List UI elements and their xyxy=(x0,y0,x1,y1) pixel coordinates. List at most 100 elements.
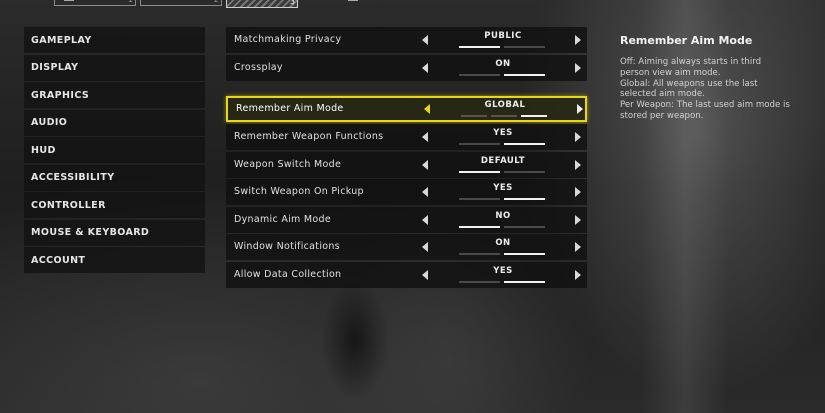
option-segment xyxy=(504,74,545,76)
triangle-right-icon[interactable] xyxy=(575,215,581,225)
setting-row-remember-aim-mode[interactable]: Remember Aim Mode GLOBAL xyxy=(226,96,587,122)
option-segment xyxy=(459,143,500,145)
setting-row-dynamic-aim-mode[interactable]: Dynamic Aim Mode NO xyxy=(226,207,587,233)
description-line: person view aim mode. xyxy=(620,67,721,78)
setting-label: Crossplay xyxy=(234,62,283,73)
sidebar-item-accessibility[interactable]: ACCESSIBILITY xyxy=(24,164,205,191)
option-indicator xyxy=(459,226,545,228)
sidebar-item-label: HUD xyxy=(31,144,56,156)
triangle-left-icon[interactable] xyxy=(422,215,428,225)
setting-label: Remember Weapon Functions xyxy=(234,131,384,142)
option-segment xyxy=(521,115,547,117)
triangle-left-icon[interactable] xyxy=(424,104,430,114)
triangle-right-icon[interactable] xyxy=(577,104,583,114)
triangle-left-icon[interactable] xyxy=(422,242,428,252)
setting-row-weapon-switch-mode[interactable]: Weapon Switch Mode DEFAULT xyxy=(226,152,587,178)
option-segment xyxy=(459,226,500,228)
triangle-right-icon[interactable] xyxy=(575,63,581,73)
triangle-left-icon[interactable] xyxy=(422,63,428,73)
option-segment xyxy=(459,281,500,283)
triangle-left-icon[interactable] xyxy=(422,132,428,142)
sidebar-item-label: MOUSE & KEYBOARD xyxy=(31,227,150,238)
sidebar-item-controller[interactable]: CONTROLLER xyxy=(24,192,205,218)
setting-row-matchmaking-privacy[interactable]: Matchmaking Privacy PUBLIC xyxy=(226,27,587,53)
setting-row-window-notifications[interactable]: Window Notifications ON xyxy=(226,234,587,260)
triangle-right-icon[interactable] xyxy=(575,242,581,252)
setting-label: Window Notifications xyxy=(234,241,340,252)
description-line: stored per weapon. xyxy=(620,110,704,121)
settings-category-sidebar: GAMEPLAY DISPLAY GRAPHICS AUDIO HUD ACCE… xyxy=(24,27,205,275)
option-segment xyxy=(459,46,500,48)
option-indicator xyxy=(459,74,545,76)
setting-row-switch-weapon-on-pickup[interactable]: Switch Weapon On Pickup YES xyxy=(226,179,587,205)
setting-row-remember-weapon-functions[interactable]: Remember Weapon Functions YES xyxy=(226,124,587,150)
sidebar-item-hud[interactable]: HUD xyxy=(24,137,205,163)
option-indicator xyxy=(461,115,547,117)
sidebar-item-label: CONTROLLER xyxy=(31,199,106,211)
setting-value: YES xyxy=(493,183,513,193)
sidebar-item-label: ACCOUNT xyxy=(31,254,86,266)
setting-row-allow-data-collection[interactable]: Allow Data Collection YES xyxy=(226,262,587,288)
triangle-left-icon[interactable] xyxy=(422,187,428,197)
option-indicator xyxy=(459,143,545,145)
setting-label: Dynamic Aim Mode xyxy=(234,214,332,225)
triangle-right-icon[interactable] xyxy=(575,270,581,280)
setting-value: ON xyxy=(495,59,511,69)
triangle-left-icon[interactable] xyxy=(422,35,428,45)
sidebar-item-label: GRAPHICS xyxy=(31,89,90,101)
setting-value: GLOBAL xyxy=(484,100,526,110)
setting-value: DEFAULT xyxy=(480,156,526,166)
sidebar-item-display[interactable]: DISPLAY xyxy=(24,54,205,81)
sidebar-item-mouse-keyboard[interactable]: MOUSE & KEYBOARD xyxy=(24,219,205,246)
sidebar-item-graphics[interactable]: GRAPHICS xyxy=(24,82,205,108)
option-segment xyxy=(459,253,500,255)
page-tab-label: 2 xyxy=(214,0,219,4)
option-segment xyxy=(459,74,500,76)
option-segment xyxy=(459,198,500,200)
page-tab-label: 1 xyxy=(128,0,133,4)
description-line: Off: Aiming always starts in third xyxy=(620,57,762,67)
page-tab-2[interactable]: 2 xyxy=(140,0,222,6)
option-indicator xyxy=(459,253,545,255)
description-line: Global: All weapons use the last xyxy=(620,78,758,89)
setting-value: YES xyxy=(493,128,513,138)
page-tab-3[interactable]: 3 xyxy=(226,0,298,8)
option-segment xyxy=(504,281,545,283)
setting-row-crossplay[interactable]: Crossplay ON xyxy=(226,55,587,81)
setting-description-panel: Remember Aim Mode Off: Aiming always sta… xyxy=(620,34,810,122)
triangle-left-icon[interactable] xyxy=(422,270,428,280)
option-segment xyxy=(504,253,545,255)
option-indicator xyxy=(459,281,545,283)
option-segment xyxy=(504,46,545,48)
option-segment xyxy=(459,171,500,173)
setting-label: Allow Data Collection xyxy=(234,269,342,280)
setting-label: Remember Aim Mode xyxy=(236,103,344,114)
option-segment xyxy=(504,143,545,145)
sidebar-item-label: DISPLAY xyxy=(31,62,79,73)
sidebar-item-label: GAMEPLAY xyxy=(31,34,92,46)
setting-value: PUBLIC xyxy=(484,31,522,41)
sidebar-item-audio[interactable]: AUDIO xyxy=(24,109,205,136)
setting-value: YES xyxy=(493,266,513,276)
option-indicator xyxy=(459,198,545,200)
option-segment xyxy=(504,226,545,228)
triangle-right-icon[interactable] xyxy=(575,160,581,170)
triangle-left-icon[interactable] xyxy=(422,160,428,170)
page-tab-1[interactable]: 1 xyxy=(54,0,136,6)
option-indicator xyxy=(459,171,545,173)
triangle-right-icon[interactable] xyxy=(575,132,581,142)
description-line: selected aim mode. xyxy=(620,89,705,100)
sidebar-item-account[interactable]: ACCOUNT xyxy=(24,247,205,273)
option-indicator xyxy=(459,46,545,48)
description-title: Remember Aim Mode xyxy=(620,34,753,47)
option-segment xyxy=(491,115,517,117)
triangle-right-icon[interactable] xyxy=(575,187,581,197)
setting-label: Switch Weapon On Pickup xyxy=(234,186,364,197)
sidebar-item-gameplay[interactable]: GAMEPLAY xyxy=(24,27,205,53)
triangle-right-icon[interactable] xyxy=(575,35,581,45)
description-line: Per Weapon: The last used aim mode is xyxy=(620,100,790,111)
setting-value: ON xyxy=(495,238,511,248)
tabs-right-edge xyxy=(348,0,358,1)
setting-label: Matchmaking Privacy xyxy=(234,34,342,45)
setting-label: Weapon Switch Mode xyxy=(234,159,342,170)
